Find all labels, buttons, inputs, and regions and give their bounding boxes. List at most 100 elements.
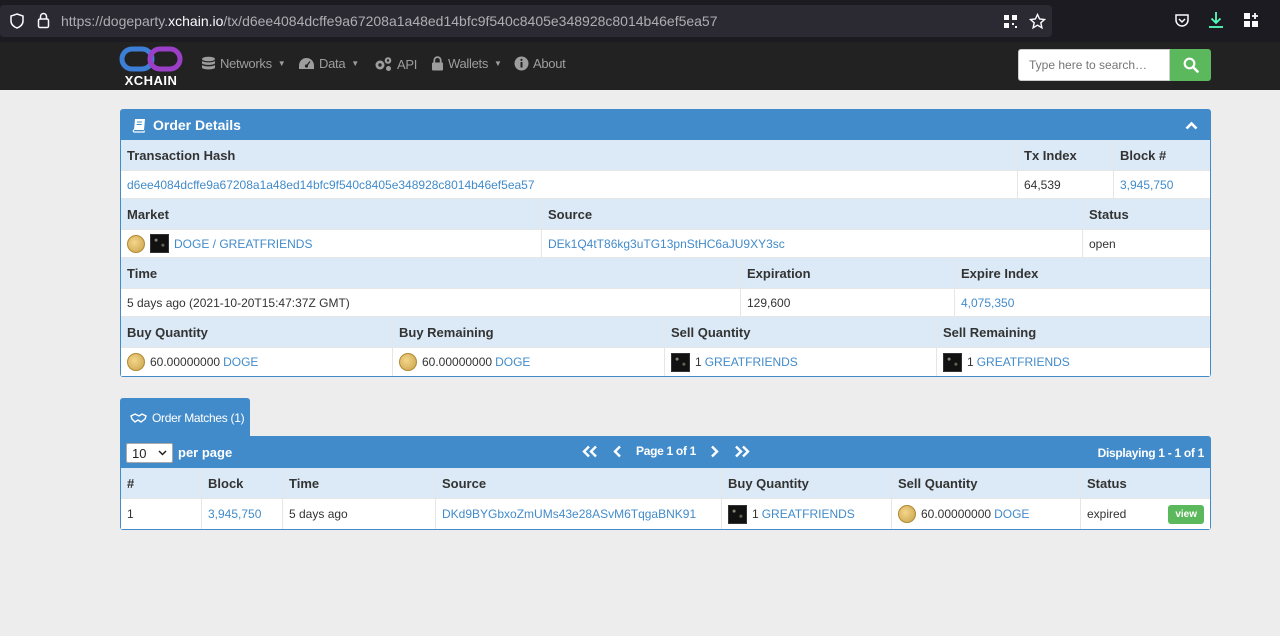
buy-quantity-asset-link[interactable]: DOGE (223, 355, 258, 369)
book-icon (132, 118, 146, 133)
expiration-label: Expiration (741, 258, 955, 288)
page-indicator: Page 1 of 1 (636, 444, 697, 458)
greatfriends-asset-icon (943, 352, 962, 372)
per-page-label: per page (178, 445, 233, 460)
prev-page-icon[interactable] (613, 445, 622, 458)
bookmark-star-icon[interactable] (1029, 13, 1046, 30)
view-button[interactable]: view (1168, 504, 1204, 524)
sell-quantity-value: 1 (695, 355, 702, 369)
block-link[interactable]: 3,945,750 (1120, 178, 1173, 192)
doge-coin-icon (127, 234, 145, 253)
col-source: Source (436, 468, 722, 498)
shield-icon (10, 13, 24, 29)
row-time: 5 days ago (283, 499, 436, 529)
chevron-down-icon (158, 450, 167, 456)
row-buy-quantity: 1 (752, 507, 759, 521)
col-buy-quantity: Buy Quantity (722, 468, 892, 498)
row-number: 1 (121, 499, 202, 529)
greatfriends-asset-icon (671, 352, 690, 372)
nav-about[interactable]: About (514, 56, 566, 71)
quantity-value-row: 60.00000000 DOGE 60.00000000 DOGE 1 GREA… (121, 347, 1210, 376)
row-sell-asset-link[interactable]: DOGE (994, 507, 1029, 521)
sell-remaining-asset-link[interactable]: GREATFRIENDS (977, 355, 1070, 369)
row-block-link[interactable]: 3,945,750 (208, 507, 261, 521)
col-time: Time (283, 468, 436, 498)
caret-down-icon: ▼ (351, 59, 359, 68)
xchain-logo[interactable]: XCHAIN (119, 45, 183, 88)
pagination-bar: 10 per page Page 1 of 1 Displaying 1 - 1… (121, 437, 1210, 468)
logo-text: XCHAIN (124, 73, 178, 88)
order-details-panel: Order Details Transaction Hash Tx Index … (120, 109, 1211, 377)
order-details-heading[interactable]: Order Details (121, 110, 1210, 140)
row-sell-quantity: 60.00000000 (921, 507, 992, 521)
search-button[interactable] (1170, 49, 1211, 81)
chevron-up-icon[interactable] (1185, 121, 1198, 130)
doge-coin-icon (127, 353, 145, 371)
caret-down-icon: ▼ (494, 59, 502, 68)
doge-coin-icon (399, 353, 417, 371)
pocket-icon[interactable] (1174, 13, 1190, 28)
sell-remaining-value: 1 (967, 355, 974, 369)
greatfriends-asset-icon (728, 504, 747, 524)
nav-api[interactable]: API (374, 56, 417, 72)
next-page-icon[interactable] (710, 445, 719, 458)
site-navbar: XCHAIN Networks ▼ Data ▼ API Wallets ▼ Abou… (0, 42, 1280, 90)
col-sell-quantity: Sell Quantity (892, 468, 1081, 498)
status-label: Status (1089, 206, 1129, 222)
tab-order-matches[interactable]: Order Matches (1) (120, 398, 250, 437)
sell-quantity-asset-link[interactable]: GREATFRIENDS (705, 355, 798, 369)
first-page-icon[interactable] (581, 445, 599, 458)
col-status: Status (1087, 475, 1127, 491)
caret-down-icon: ▼ (277, 59, 286, 68)
time-value: 5 days ago (2021-10-20T15:47:37Z GMT) (121, 289, 741, 316)
time-header-row: Time Expiration Expire Index (121, 258, 1210, 288)
col-number: # (121, 468, 202, 498)
row-status: expired (1087, 507, 1127, 521)
handshake-icon (130, 412, 147, 423)
source-label: Source (542, 199, 1083, 229)
pager: Page 1 of 1 (581, 444, 751, 458)
database-icon (202, 56, 215, 70)
col-block: Block (202, 468, 283, 498)
tx-hash-label: Transaction Hash (121, 140, 1018, 170)
nav-wallets[interactable]: Wallets ▼ (431, 56, 502, 71)
cogs-icon (375, 57, 392, 71)
buy-remaining-asset-link[interactable]: DOGE (495, 355, 530, 369)
market-link[interactable]: DOGE / GREATFRIENDS (174, 237, 312, 251)
order-matches-panel: 10 per page Page 1 of 1 Displaying 1 - 1… (120, 436, 1211, 530)
row-buy-asset-link[interactable]: GREATFRIENDS (762, 507, 855, 521)
info-icon (514, 56, 529, 71)
tx-index-label: Tx Index (1018, 140, 1114, 170)
nav-networks[interactable]: Networks ▼ (201, 56, 286, 71)
per-page-select[interactable]: 10 (126, 443, 173, 463)
nav-data[interactable]: Data ▼ (298, 56, 359, 71)
displaying-count: Displaying 1 - 1 of 1 (1097, 446, 1205, 460)
qr-code-icon[interactable] (1003, 14, 1018, 29)
matches-header-row: # Block Time Source Buy Quantity Sell Qu… (121, 468, 1210, 498)
logo-rings-icon (119, 46, 183, 72)
market-header-row: Market Source Status (121, 199, 1210, 229)
source-address-link[interactable]: DEk1Q4tT86kg3uTG13pnStHC6aJU9XY3sc (548, 237, 785, 251)
table-row: 1 3,945,750 5 days ago DKd9BYGbxoZmUMs43… (121, 498, 1210, 529)
search-input[interactable] (1018, 49, 1170, 81)
buy-quantity-label: Buy Quantity (121, 317, 393, 347)
download-icon[interactable] (1208, 11, 1224, 29)
expire-index-link[interactable]: 4,075,350 (961, 296, 1014, 310)
sell-remaining-label: Sell Remaining (943, 324, 1037, 340)
dashboard-icon (299, 57, 314, 69)
market-label: Market (121, 199, 542, 229)
buy-quantity-value: 60.00000000 (150, 355, 221, 369)
lock-icon (432, 56, 443, 71)
lock-icon (37, 12, 50, 29)
buy-remaining-value: 60.00000000 (422, 355, 493, 369)
extensions-icon[interactable] (1243, 12, 1259, 28)
sell-quantity-label: Sell Quantity (665, 317, 937, 347)
last-page-icon[interactable] (733, 445, 751, 458)
market-value-row: DOGE / GREATFRIENDS DEk1Q4tT86kg3uTG13pn… (121, 229, 1210, 258)
address-bar[interactable]: https://dogeparty.xchain.io/tx/d6ee4084d… (0, 5, 1052, 37)
url-text: https://dogeparty.xchain.io/tx/d6ee4084d… (61, 13, 718, 29)
row-source-link[interactable]: DKd9BYGbxoZmUMs43e28ASvM6TqgaBNK91 (442, 507, 696, 521)
tx-header-row: Transaction Hash Tx Index Block # (121, 140, 1210, 170)
doge-coin-icon (898, 505, 916, 523)
tx-hash-link[interactable]: d6ee4084dcffe9a67208a1a48ed14bfc9f540c84… (127, 178, 535, 192)
